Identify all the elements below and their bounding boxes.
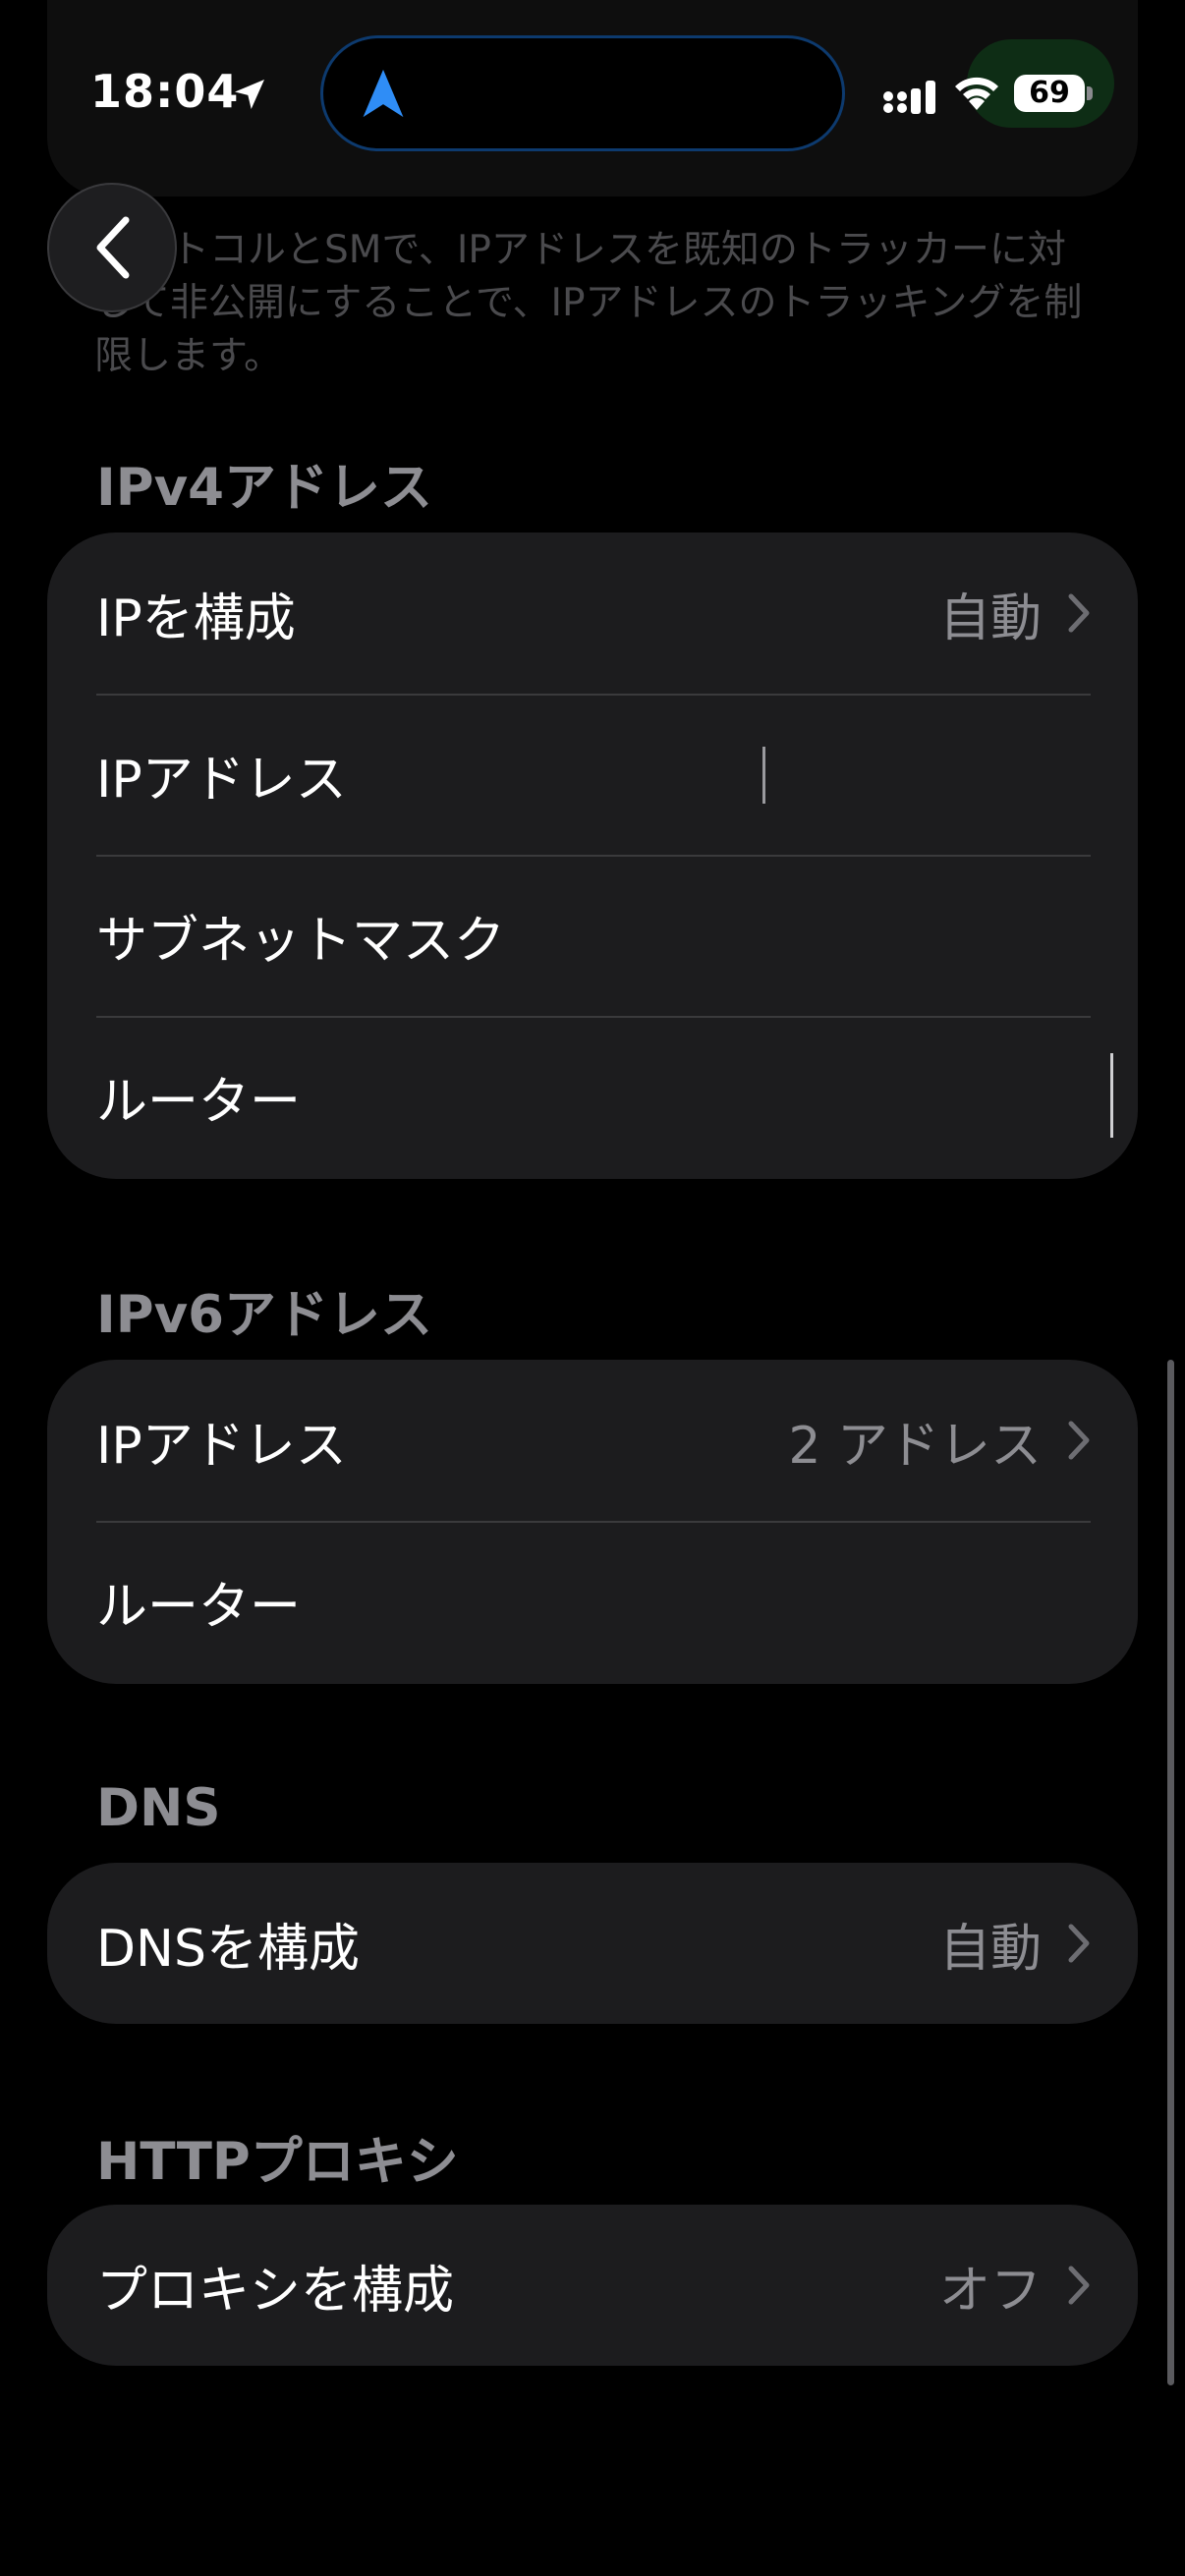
location-arrow-icon (235, 80, 264, 109)
row-ip-address[interactable]: IPアドレス (47, 694, 1138, 855)
chevron-right-icon (1068, 2266, 1090, 2305)
section-header-ipv4: IPv4アドレス (96, 458, 432, 518)
row-value: オフ (938, 2261, 1042, 2321)
row-configure-ip[interactable]: IPを構成 自動 (47, 532, 1138, 694)
row-value: 自動 (938, 1919, 1042, 1979)
ipv6-group: IPアドレス 2 アドレス ルーター (47, 1360, 1138, 1684)
ipv4-group: IPを構成 自動 IPアドレス サブネットマスク ルーター (47, 532, 1138, 1179)
row-value: 2 アドレス (788, 1416, 1042, 1476)
back-chevron-icon (96, 216, 130, 279)
row-label: ルーター (96, 1072, 302, 1132)
row-label: ルーター (96, 1577, 302, 1637)
section-header-http-proxy: HTTPプロキシ (96, 2132, 459, 2192)
status-time: 18:04 (90, 65, 240, 118)
cellular-signal-icon (883, 81, 935, 114)
row-label: IPアドレス (96, 1416, 347, 1476)
row-value: 自動 (938, 588, 1042, 648)
row-configure-proxy[interactable]: プロキシを構成 オフ (47, 2205, 1138, 2366)
row-label: サブネットマスク (96, 911, 506, 971)
faded-description: プロトコルとSMで、IPアドレスを既知のトラッカーに対して非公開にすることで、I… (94, 228, 1083, 378)
chevron-right-icon (1068, 1421, 1090, 1460)
row-ipv6-address[interactable]: IPアドレス 2 アドレス (47, 1360, 1138, 1521)
row-ipv6-router[interactable]: ルーター (47, 1521, 1138, 1682)
dynamic-island[interactable] (320, 35, 845, 151)
battery-icon: 69 (1014, 75, 1085, 112)
back-button[interactable] (47, 183, 177, 312)
chevron-right-icon (1068, 593, 1090, 633)
row-label: IPを構成 (96, 588, 296, 648)
row-subnet-mask[interactable]: サブネットマスク (47, 855, 1138, 1016)
wifi-icon (955, 77, 998, 110)
row-label: IPアドレス (96, 750, 347, 810)
scroll-indicator[interactable] (1167, 1360, 1174, 2385)
navigation-arrow-icon (363, 69, 404, 118)
dns-group: DNSを構成 自動 (47, 1863, 1138, 2024)
row-configure-dns[interactable]: DNSを構成 自動 (47, 1863, 1138, 2024)
section-header-ipv6: IPv6アドレス (96, 1285, 432, 1345)
section-header-dns: DNS (96, 1778, 221, 1838)
text-cursor (1110, 1053, 1113, 1138)
proxy-group: プロキシを構成 オフ (47, 2205, 1138, 2366)
row-label: プロキシを構成 (96, 2261, 455, 2321)
chevron-right-icon (1068, 1924, 1090, 1963)
row-label: DNSを構成 (96, 1919, 360, 1979)
battery-cap (1087, 86, 1093, 100)
row-router[interactable]: ルーター (47, 1016, 1138, 1177)
text-cursor (762, 747, 765, 804)
